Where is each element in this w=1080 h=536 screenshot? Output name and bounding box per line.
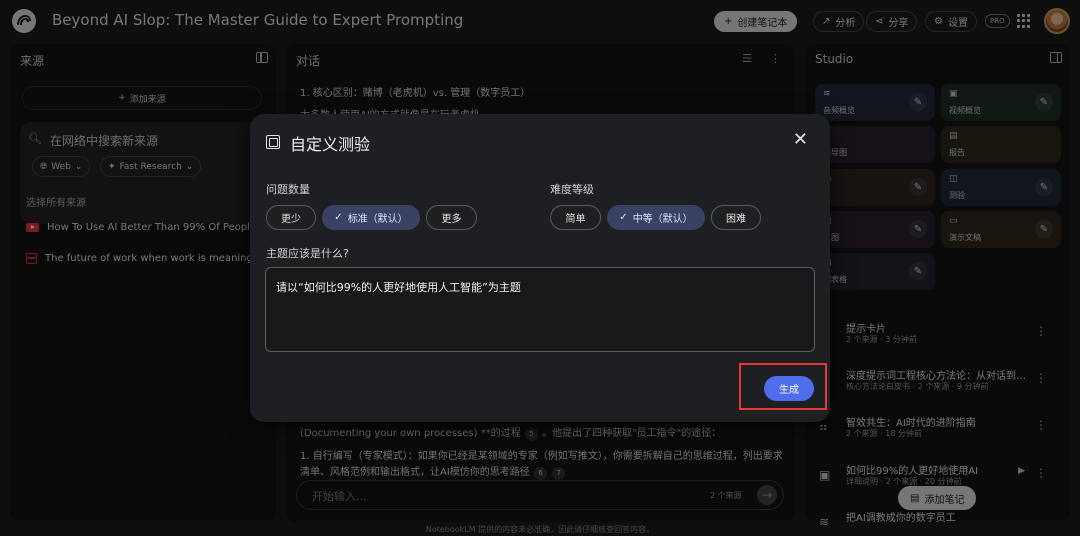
question-count-more-option[interactable]: 更多 — [426, 205, 477, 230]
question-count-standard-option[interactable]: ✓ 标准（默认） — [322, 205, 420, 230]
difficulty-easy-option[interactable]: 简单 — [550, 205, 601, 230]
topic-label: 主题应该是什么? — [266, 247, 349, 260]
quiz-icon — [266, 135, 280, 149]
difficulty-label: 难度等级 — [550, 183, 594, 196]
difficulty-medium-option[interactable]: ✓ 中等（默认） — [607, 205, 705, 230]
generate-button[interactable]: 生成 — [764, 376, 814, 401]
question-count-label: 问题数量 — [266, 183, 310, 196]
difficulty-hard-option[interactable]: 困难 — [711, 205, 761, 230]
check-icon: ✓ — [619, 212, 628, 223]
question-count-fewer-option[interactable]: 更少 — [266, 205, 316, 230]
check-icon: ✓ — [334, 212, 343, 223]
close-icon[interactable]: ✕ — [793, 129, 808, 150]
dialog-title: 自定义测验 — [290, 135, 371, 154]
custom-quiz-dialog: 自定义测验 ✕ 问题数量 更少 ✓ 标准（默认） 更多 难度等级 简单 ✓ 中等… — [250, 114, 830, 422]
topic-value: 请以“如何比99%的人更好地使用人工智能”为主题 — [276, 281, 521, 294]
